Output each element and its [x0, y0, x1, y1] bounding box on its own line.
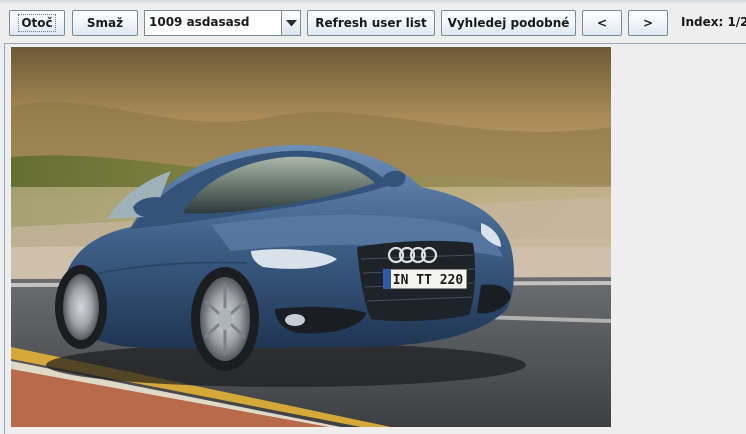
delete-button-label: Smaž [86, 16, 124, 30]
next-label: > [642, 16, 654, 30]
next-button[interactable]: > [628, 10, 668, 36]
rotate-button-label: Otoč [18, 14, 56, 32]
delete-button[interactable]: Smaž [72, 10, 138, 36]
find-similar-label: Vyhledej podobné [447, 16, 570, 30]
previous-label: < [596, 16, 608, 30]
car-photo: IN TT 220 [11, 47, 611, 427]
license-plate-text: IN TT 220 [393, 273, 464, 288]
previous-button[interactable]: < [582, 10, 622, 36]
rotate-button[interactable]: Otoč [9, 10, 65, 36]
user-select-value: 1009 asdasasd [149, 15, 250, 29]
user-select[interactable]: 1009 asdasasd [144, 10, 301, 36]
user-select-dropdown-button[interactable] [281, 11, 300, 35]
refresh-user-list-button[interactable]: Refresh user list [307, 10, 435, 36]
index-label: Index: 1/2 [681, 15, 746, 29]
refresh-user-list-label: Refresh user list [315, 16, 427, 30]
car-photo-image: IN TT 220 [11, 47, 611, 427]
find-similar-button[interactable]: Vyhledej podobné [441, 10, 576, 36]
toolbar: Otoč Smaž 1009 asdasasd Refresh user lis… [0, 0, 746, 44]
app-window: Otoč Smaž 1009 asdasasd Refresh user lis… [0, 0, 746, 434]
chevron-down-icon [285, 19, 297, 26]
